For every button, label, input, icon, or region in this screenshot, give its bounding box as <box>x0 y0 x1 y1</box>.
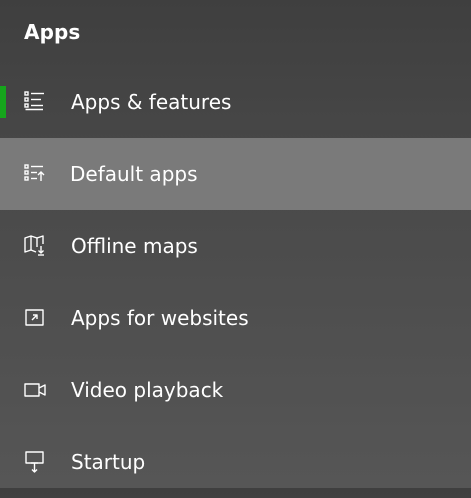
default-apps-list-icon <box>24 164 45 181</box>
apps-features-list-icon <box>24 91 44 111</box>
sidebar-item-apps-for-websites[interactable]: Apps for websites <box>0 282 471 354</box>
apps-for-websites-icon <box>25 309 44 326</box>
sidebar-item-label: Default apps <box>70 162 198 186</box>
sidebar-item-label: Apps for websites <box>71 306 249 330</box>
sidebar-item-label: Apps & features <box>71 90 232 114</box>
sidebar-item-label: Offline maps <box>71 234 198 258</box>
sidebar-item-video-playback[interactable]: Video playback <box>0 354 471 426</box>
startup-icon <box>25 451 44 473</box>
sidebar-item-apps-and-features[interactable]: Apps & features <box>0 66 471 138</box>
offline-maps-icon <box>24 235 44 256</box>
settings-apps-navigation: Apps Apps & features Default apps Offlin… <box>0 0 471 488</box>
sidebar-item-offline-maps[interactable]: Offline maps <box>0 210 471 282</box>
sidebar-item-label: Startup <box>71 450 146 474</box>
video-playback-icon <box>24 383 46 397</box>
selection-indicator <box>0 86 6 118</box>
sidebar-item-label: Video playback <box>71 378 224 402</box>
section-header-apps: Apps <box>24 20 81 44</box>
sidebar-item-default-apps[interactable]: Default apps <box>0 138 471 210</box>
sidebar-item-startup[interactable]: Startup <box>0 426 471 498</box>
